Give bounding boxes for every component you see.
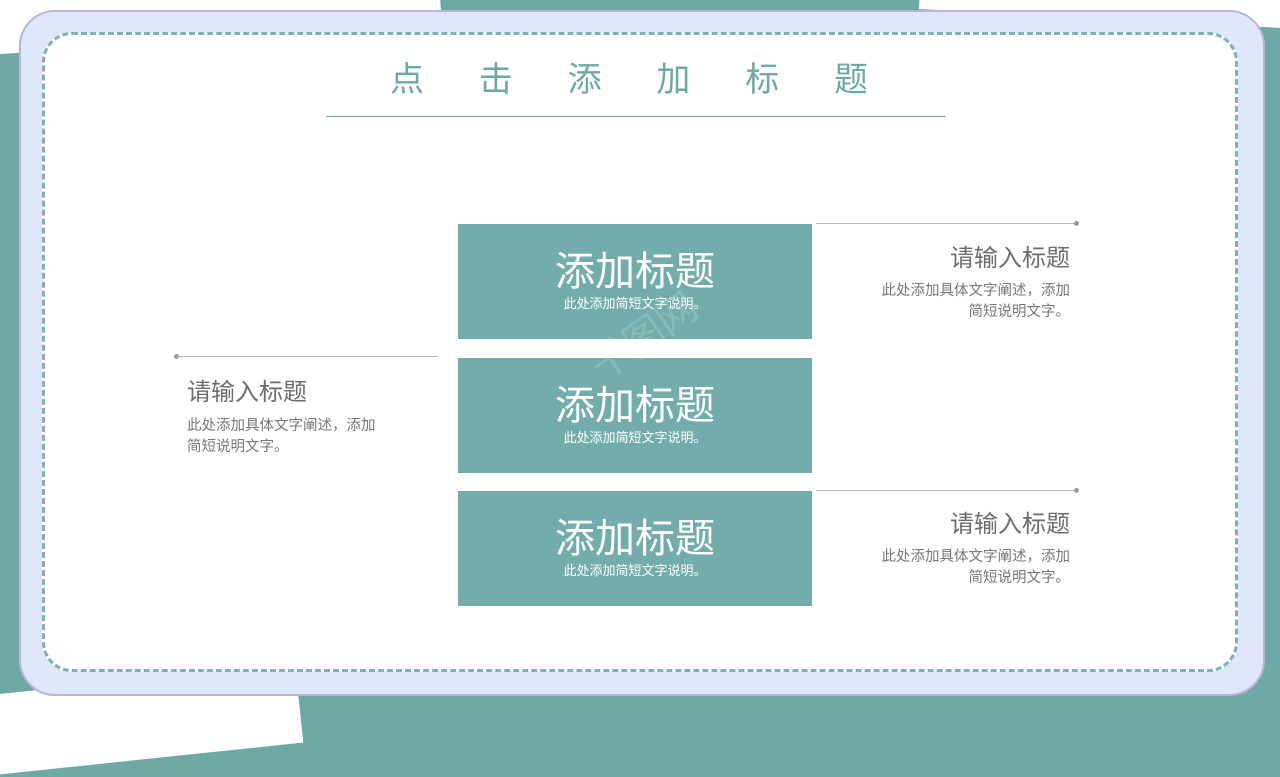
page-title[interactable]: 点 击 添 加 标 题	[0, 52, 1280, 101]
title-underline	[326, 116, 946, 117]
block-subtitle: 此处添加简短文字说明。	[563, 431, 707, 446]
title-block-3[interactable]: 添加标题 此处添加简短文字说明。	[458, 491, 812, 606]
side-item-description[interactable]: 此处添加具体文字阐述，添加 简短说明文字。	[840, 281, 1071, 323]
desc-line: 此处添加具体文字阐述，添加	[187, 418, 376, 434]
block-title: 添加标题	[555, 249, 715, 295]
desc-line: 简短说明文字。	[968, 570, 1071, 586]
side-item-title[interactable]: 请输入标题	[840, 243, 1070, 273]
side-item-title[interactable]: 请输入标题	[840, 509, 1070, 539]
side-item-description[interactable]: 此处添加具体文字阐述，添加 简短说明文字。	[840, 547, 1071, 589]
block-subtitle: 此处添加简短文字说明。	[563, 564, 707, 579]
side-item-title[interactable]: 请输入标题	[187, 377, 427, 407]
desc-line: 简短说明文字。	[187, 439, 289, 455]
connector-line	[816, 490, 1076, 491]
title-block-2[interactable]: 添加标题 此处添加简短文字说明。	[458, 358, 812, 473]
connector-line	[176, 356, 438, 357]
side-item-description[interactable]: 此处添加具体文字阐述，添加 简短说明文字。	[187, 416, 417, 458]
block-title: 添加标题	[555, 516, 715, 562]
connector-dot	[1074, 488, 1079, 493]
desc-line: 简短说明文字。	[968, 304, 1071, 320]
desc-line: 此处添加具体文字阐述，添加	[881, 283, 1071, 299]
connector-line	[816, 223, 1076, 224]
connector-dot	[1074, 221, 1079, 226]
desc-line: 此处添加具体文字阐述，添加	[881, 549, 1071, 565]
